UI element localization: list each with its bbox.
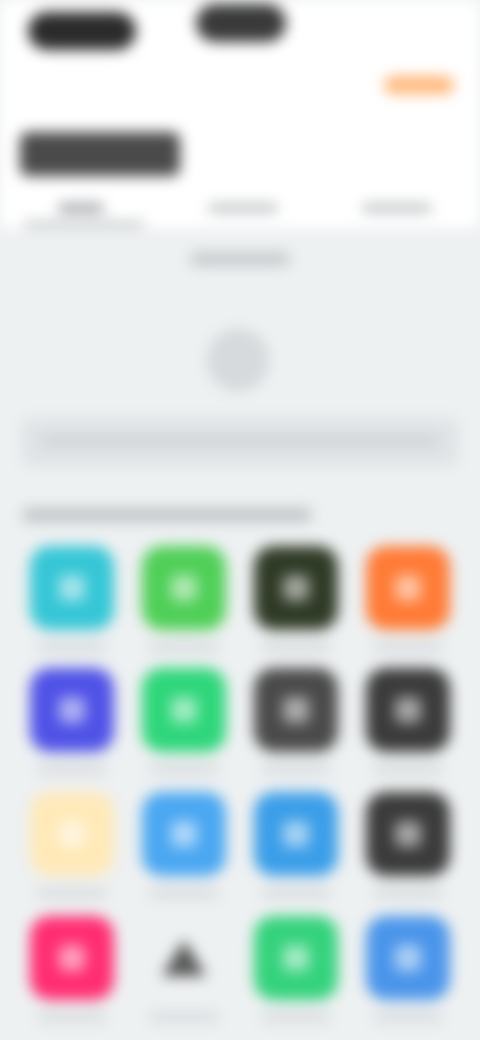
app-tile-5[interactable] [30,668,114,752]
app-label-10 [149,888,219,898]
app-icon [283,821,309,847]
accent-button[interactable] [384,76,454,94]
round-placeholder-icon[interactable] [208,330,268,390]
app-icon [171,697,197,723]
app-icon [171,821,197,847]
app-tile-1[interactable] [30,546,114,630]
app-label-12 [373,888,443,898]
section-label [190,252,290,266]
app-icon [395,821,421,847]
app-tile-12[interactable] [366,792,450,876]
app-label-1 [37,642,107,652]
app-tile-11[interactable] [254,792,338,876]
app-label-14 [149,1012,219,1022]
list-row[interactable] [22,418,458,466]
page-title [20,132,180,176]
app-label-7 [261,764,331,774]
app-label-3 [261,642,331,652]
app-icon [395,697,421,723]
app-tile-2[interactable] [142,546,226,630]
app-tile-13[interactable] [30,916,114,1000]
app-tile-6[interactable] [142,668,226,752]
app-icon [283,575,309,601]
grid-section-label [22,508,312,522]
app-tile-10[interactable] [142,792,226,876]
app-icon [171,575,197,601]
app-tile-3[interactable] [254,546,338,630]
header-bar [0,0,480,228]
app-label-4 [373,642,443,652]
app-tile-15[interactable] [254,916,338,1000]
app-label-15 [261,1012,331,1022]
tab-3[interactable] [362,204,432,212]
app-label-9 [37,888,107,898]
tab-1[interactable] [58,204,104,212]
app-tile-16[interactable] [366,916,450,1000]
app-tile-4[interactable] [366,546,450,630]
app-icon [395,945,421,971]
app-label-8 [373,764,443,774]
triangle-icon[interactable] [162,940,206,976]
app-label-16 [373,1012,443,1022]
app-icon [59,575,85,601]
app-label-5 [37,764,107,774]
header-pill-left[interactable] [28,12,136,50]
app-label-11 [261,888,331,898]
app-icon [59,697,85,723]
app-icon [395,575,421,601]
tab-2[interactable] [208,204,278,212]
app-tile-8[interactable] [366,668,450,752]
app-tile-9[interactable] [30,792,114,876]
blurred-screen [0,0,480,1040]
list-row-text-bar [42,436,438,446]
app-icon [59,821,85,847]
tab-bar [0,192,480,228]
app-icon [59,945,85,971]
active-tab-indicator [24,222,144,226]
app-icon [283,697,309,723]
app-label-13 [37,1012,107,1022]
app-label-2 [149,642,219,652]
app-icon [283,945,309,971]
app-label-6 [149,764,219,774]
app-tile-7[interactable] [254,668,338,752]
header-pill-right[interactable] [196,4,286,42]
